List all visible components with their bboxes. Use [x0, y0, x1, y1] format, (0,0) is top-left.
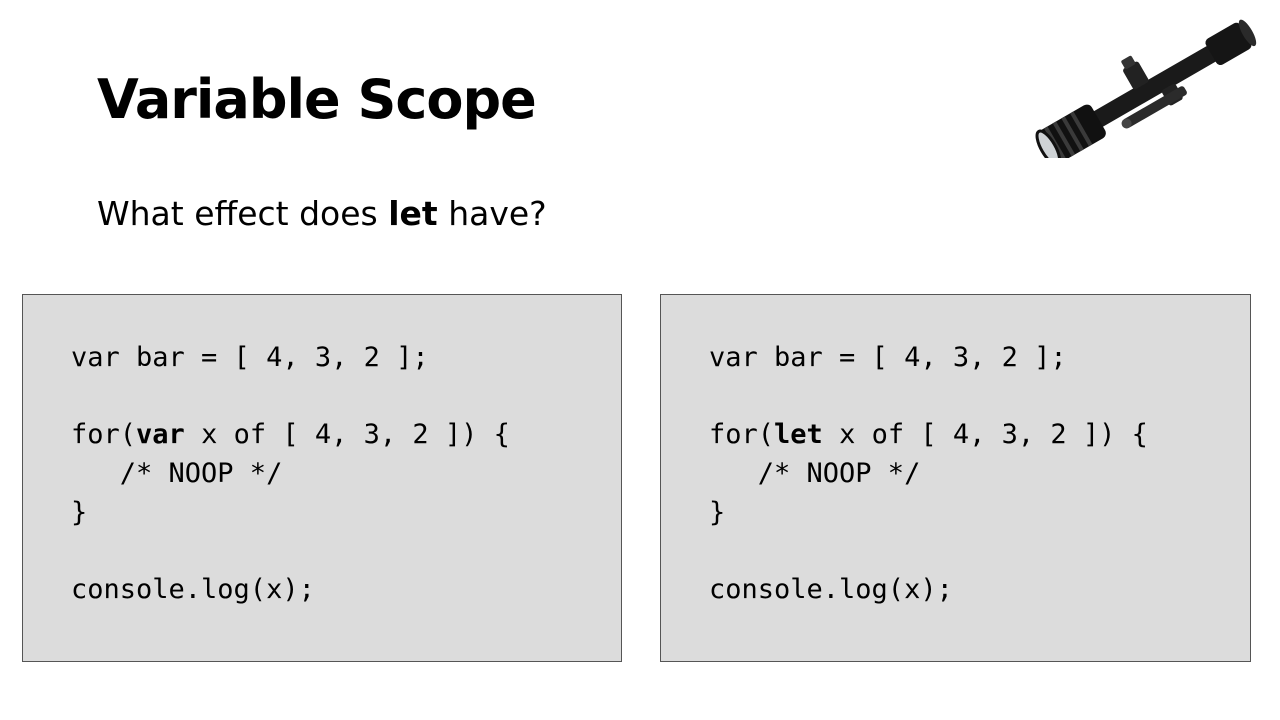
rifle-scope-image: [1035, 19, 1257, 158]
code-keyword-var: var: [136, 419, 185, 451]
code-line: /* NOOP */: [709, 458, 921, 490]
code-token: for(: [71, 419, 137, 451]
code-panel-let: var bar = [ 4, 3, 2 ]; for(let x of [ 4, …: [660, 294, 1251, 662]
code-token: x of [ 4, 3, 2 ]) {: [822, 419, 1148, 451]
subtitle-keyword: let: [388, 194, 438, 233]
code-line: }: [709, 496, 726, 528]
code-token: for(: [709, 419, 775, 451]
code-line: for(let x of [ 4, 3, 2 ]) {: [709, 416, 1148, 455]
code-line: for(var x of [ 4, 3, 2 ]) {: [71, 416, 510, 455]
code-token: x of [ 4, 3, 2 ]) {: [184, 419, 510, 451]
code-block-let: var bar = [ 4, 3, 2 ]; for(let x of [ 4, …: [709, 339, 1148, 610]
code-line: }: [71, 496, 88, 528]
subtitle-prefix: What effect does: [97, 194, 389, 233]
code-panel-var: var bar = [ 4, 3, 2 ]; for(var x of [ 4, …: [22, 294, 622, 662]
code-block-var: var bar = [ 4, 3, 2 ]; for(var x of [ 4, …: [71, 339, 510, 610]
slide-subtitle: What effect does let have?: [97, 194, 547, 234]
subtitle-suffix: have?: [437, 194, 547, 233]
code-line: console.log(x);: [71, 574, 315, 606]
code-line: var bar = [ 4, 3, 2 ];: [71, 342, 429, 373]
code-line: /* NOOP */: [71, 458, 283, 490]
code-keyword-let: let: [774, 419, 823, 451]
code-line: var bar = [ 4, 3, 2 ];: [709, 342, 1067, 373]
slide-title: Variable Scope: [97, 68, 537, 131]
code-line: console.log(x);: [709, 574, 953, 606]
